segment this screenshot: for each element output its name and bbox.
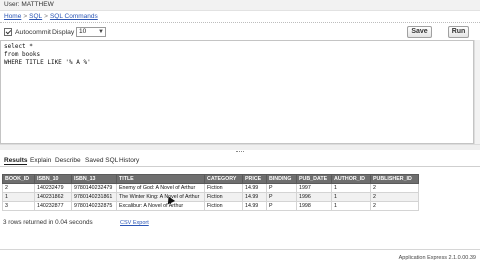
breadcrumb: Home > SQL > SQL Commands xyxy=(0,12,480,22)
table-row: 2 140232479 9780140232479 Enemy of God: … xyxy=(2,183,419,193)
version-label: Application Express 2.1.0.00.39 xyxy=(398,255,476,261)
table-row: 3 140232877 9780140232875 Excalibur: A N… xyxy=(2,201,419,211)
breadcrumb-home[interactable]: Home xyxy=(4,13,21,20)
table-cell: 140231862 xyxy=(34,192,72,202)
display-label: Display xyxy=(52,29,75,36)
table-cell: 14.99 xyxy=(242,183,267,193)
editor-vertical-scrollbar[interactable] xyxy=(474,40,480,144)
column-header: PUBLISHER_ID xyxy=(370,174,419,184)
csv-export-link[interactable]: CSV Export xyxy=(120,220,149,226)
column-header: PRICE xyxy=(242,174,267,184)
table-cell: The Winter King: A Novel of Arthur xyxy=(116,192,205,202)
display-select[interactable]: 10 ▼ xyxy=(76,27,106,37)
column-header: BINDING xyxy=(266,174,297,184)
breadcrumb-separator: > xyxy=(44,13,48,20)
table-cell: 9780140232875 xyxy=(71,201,117,211)
footer-divider xyxy=(0,249,480,250)
table-cell: Excalibur: A Novel of Arthur xyxy=(116,201,205,211)
table-cell: 2 xyxy=(370,183,419,193)
table-cell: 1996 xyxy=(296,192,332,202)
display-select-value: 10 xyxy=(79,28,87,35)
tab-saved-sql[interactable]: Saved SQL xyxy=(85,157,118,164)
table-cell: P xyxy=(266,192,297,202)
table-cell: Fiction xyxy=(204,192,243,202)
table-cell: 1 xyxy=(331,183,371,193)
column-header: ISBN_10 xyxy=(34,174,72,184)
column-header: AUTHOR_ID xyxy=(331,174,371,184)
tab-history[interactable]: History xyxy=(119,157,139,164)
table-cell: Enemy of God: A Novel of Arthur xyxy=(116,183,205,193)
output-tabs: Results Explain Describe Saved SQL Histo… xyxy=(0,155,480,167)
table-cell: 2 xyxy=(370,201,419,211)
save-button[interactable]: Save xyxy=(407,26,432,38)
command-toolbar: Autocommit Display 10 ▼ Save Run xyxy=(0,24,480,40)
table-cell: 1998 xyxy=(296,201,332,211)
run-button[interactable]: Run xyxy=(448,26,469,38)
breadcrumb-current[interactable]: SQL Commands xyxy=(50,13,98,20)
table-row: 1 140231862 9780140231861 The Winter Kin… xyxy=(2,192,419,202)
table-cell: Fiction xyxy=(204,201,243,211)
table-cell: P xyxy=(266,183,297,193)
autocommit-label: Autocommit xyxy=(15,29,51,36)
editor-horizontal-scrollbar[interactable] xyxy=(0,144,480,150)
chevron-down-icon: ▼ xyxy=(98,29,104,35)
results-table: BOOK_ID ISBN_10 ISBN_13 TITLE CATEGORY P… xyxy=(2,174,419,211)
column-header: BOOK_ID xyxy=(2,174,35,184)
sql-editor[interactable]: select * from books WHERE TITLE LIKE '% … xyxy=(0,40,474,144)
table-cell: 140232479 xyxy=(34,183,72,193)
column-header: TITLE xyxy=(116,174,205,184)
table-cell: 2 xyxy=(2,183,35,193)
table-cell: 1 xyxy=(2,192,35,202)
table-cell: 1997 xyxy=(296,183,332,193)
table-cell: 3 xyxy=(2,201,35,211)
results-header-row: BOOK_ID ISBN_10 ISBN_13 TITLE CATEGORY P… xyxy=(2,174,419,184)
top-bar: User: MATTHEW xyxy=(0,0,480,11)
tab-explain[interactable]: Explain xyxy=(30,157,51,164)
table-cell: 9780140231861 xyxy=(71,192,117,202)
user-label: User: MATTHEW xyxy=(4,1,54,8)
divider xyxy=(0,22,480,23)
table-cell: 1 xyxy=(331,201,371,211)
autocommit-checkbox[interactable] xyxy=(4,28,12,36)
column-header: ISBN_13 xyxy=(71,174,117,184)
breadcrumb-sql[interactable]: SQL xyxy=(29,13,42,20)
table-cell: 14.99 xyxy=(242,201,267,211)
table-cell: Fiction xyxy=(204,183,243,193)
column-header: PUB_DATE xyxy=(296,174,332,184)
tab-results[interactable]: Results xyxy=(4,157,28,165)
rows-returned-info: 3 rows returned in 0.04 seconds xyxy=(3,219,93,226)
table-cell: P xyxy=(266,201,297,211)
table-cell: 140232877 xyxy=(34,201,72,211)
table-cell: 14.99 xyxy=(242,192,267,202)
breadcrumb-separator: > xyxy=(23,13,28,20)
tab-describe[interactable]: Describe xyxy=(55,157,81,164)
table-cell: 9780140232479 xyxy=(71,183,117,193)
table-cell: 2 xyxy=(370,192,419,202)
resize-handle[interactable] xyxy=(236,151,244,153)
column-header: CATEGORY xyxy=(204,174,243,184)
sql-text: select * from books WHERE TITLE LIKE '% … xyxy=(4,43,91,66)
table-cell: 1 xyxy=(331,192,371,202)
